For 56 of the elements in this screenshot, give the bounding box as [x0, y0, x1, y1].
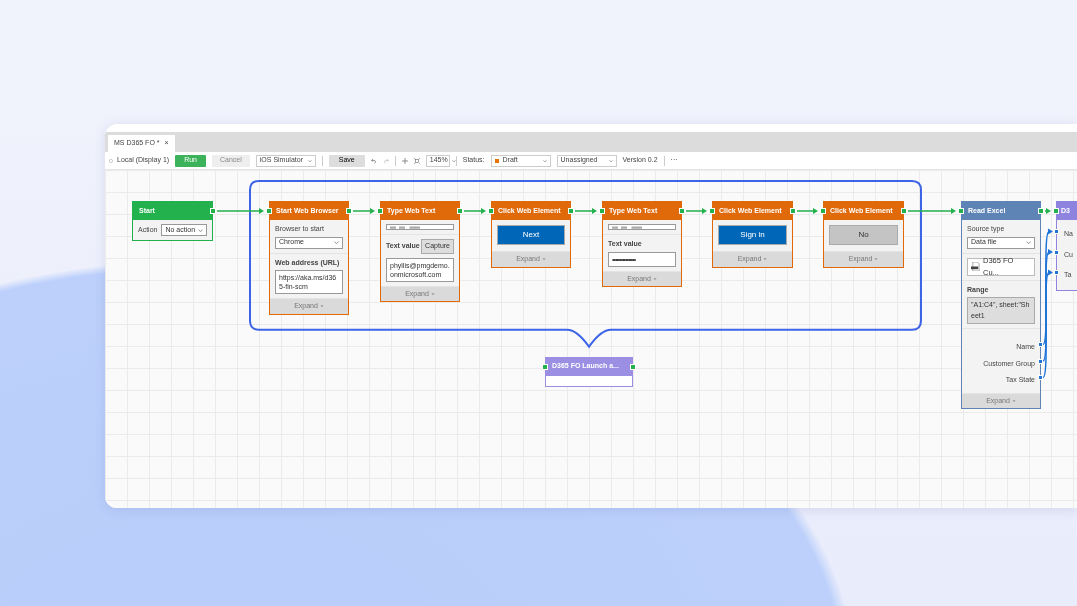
port-handle[interactable]: [599, 208, 605, 214]
blur-drawing: [612, 225, 642, 229]
spreadsheet-file-icon: [971, 262, 980, 271]
caret-icon: [319, 304, 324, 309]
connector-arrow: [796, 208, 818, 214]
caret-icon: [430, 291, 435, 296]
port-handle[interactable]: [1053, 208, 1059, 214]
radio-icon: [109, 158, 113, 163]
caret-icon: [541, 257, 546, 262]
port-handle[interactable]: [210, 208, 216, 214]
input-port[interactable]: [1054, 249, 1059, 255]
connector-arrow: [216, 208, 264, 214]
undo-icon: [370, 157, 377, 164]
port-handle[interactable]: [790, 208, 796, 214]
chevron-icon: [198, 227, 203, 233]
port-handle[interactable]: [958, 208, 964, 214]
connector-arrow: [463, 208, 486, 214]
connector-arrow: [907, 208, 956, 214]
connector-arrow: [574, 208, 597, 214]
connector-arrow: [685, 208, 707, 214]
caret-icon: [874, 257, 879, 262]
port-handle[interactable]: [377, 208, 383, 214]
port-handle[interactable]: [457, 208, 463, 214]
port-handle[interactable]: [542, 363, 548, 370]
element-preview: Sign in: [718, 225, 787, 245]
port-handle[interactable]: [630, 363, 636, 370]
connector-arrow: [352, 208, 375, 214]
input-port[interactable]: [1054, 270, 1059, 275]
port-handle[interactable]: [346, 208, 352, 214]
output-port[interactable]: [1038, 358, 1043, 364]
caret-icon: [1011, 398, 1016, 403]
redo-icon: [382, 157, 389, 164]
blur-drawing: [390, 225, 420, 229]
port-handle[interactable]: [709, 208, 715, 214]
caret-icon: [763, 257, 768, 262]
chevron-icon: [608, 158, 613, 163]
chevron-icon: [451, 158, 456, 163]
port-handle[interactable]: [901, 208, 907, 214]
output-port[interactable]: [1038, 375, 1043, 380]
output-port[interactable]: [1038, 342, 1043, 347]
port-handle[interactable]: [820, 208, 826, 214]
chevron-icon: [542, 158, 547, 163]
chevron-icon: [334, 240, 339, 245]
chevron-icon: [307, 158, 312, 163]
caret-icon: [652, 276, 657, 281]
element-preview: No: [829, 225, 898, 245]
chevron-icon: [1026, 240, 1031, 245]
port-handle[interactable]: [488, 208, 494, 214]
fit-icon: [413, 157, 420, 164]
move-icon: [401, 157, 408, 164]
port-handle[interactable]: [266, 208, 272, 214]
port-handle[interactable]: [1038, 208, 1044, 214]
port-handle[interactable]: [568, 208, 574, 214]
input-port[interactable]: [1054, 229, 1059, 234]
element-preview: Next: [497, 225, 565, 245]
port-handle[interactable]: [679, 208, 685, 214]
